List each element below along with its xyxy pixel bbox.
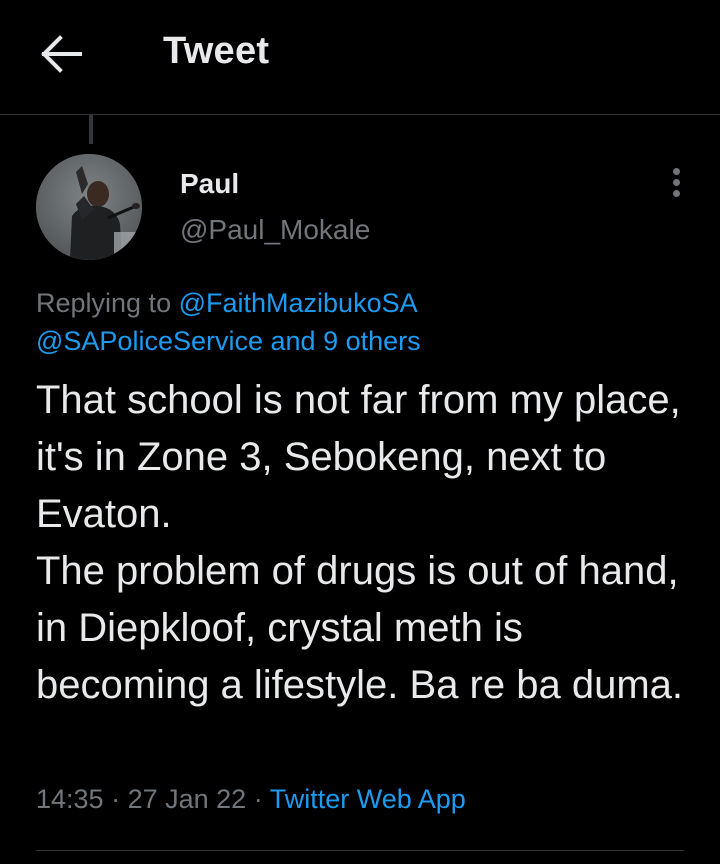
- thread-connector-line: [89, 115, 93, 144]
- tweet-source-link[interactable]: Twitter Web App: [270, 784, 466, 814]
- user-avatar-photo: [36, 154, 142, 260]
- divider: [36, 850, 684, 851]
- more-options-button[interactable]: [664, 168, 688, 208]
- avatar[interactable]: [36, 154, 142, 260]
- author-display-name[interactable]: Paul: [180, 168, 239, 200]
- replying-to-line: Replying to @FaithMazibukoSA @SAPoliceSer…: [36, 284, 696, 360]
- arrow-left-icon: [41, 35, 82, 73]
- tweet-date[interactable]: 27 Jan 22: [128, 784, 247, 814]
- meta-separator: ·: [103, 784, 128, 814]
- back-button[interactable]: [38, 34, 84, 74]
- tweet-body-text: That school is not far from my place, it…: [36, 378, 684, 707]
- tweet-metadata: 14:35 · 27 Jan 22 · Twitter Web App: [36, 784, 466, 815]
- mention-link-sapoliceservice[interactable]: @SAPoliceService: [36, 326, 263, 356]
- replying-prefix: Replying to: [36, 288, 179, 318]
- vertical-ellipsis-icon: [664, 168, 688, 197]
- top-app-bar: Tweet: [0, 0, 720, 115]
- others-link[interactable]: 9 others: [323, 326, 421, 356]
- author-handle[interactable]: @Paul_Mokale: [180, 214, 370, 246]
- page-title: Tweet: [163, 30, 270, 72]
- replying-and-text: and: [263, 326, 324, 356]
- mention-link-faithmazibukosa[interactable]: @FaithMazibukoSA: [179, 288, 418, 318]
- tweet-time[interactable]: 14:35: [36, 784, 104, 814]
- meta-separator: ·: [246, 784, 270, 814]
